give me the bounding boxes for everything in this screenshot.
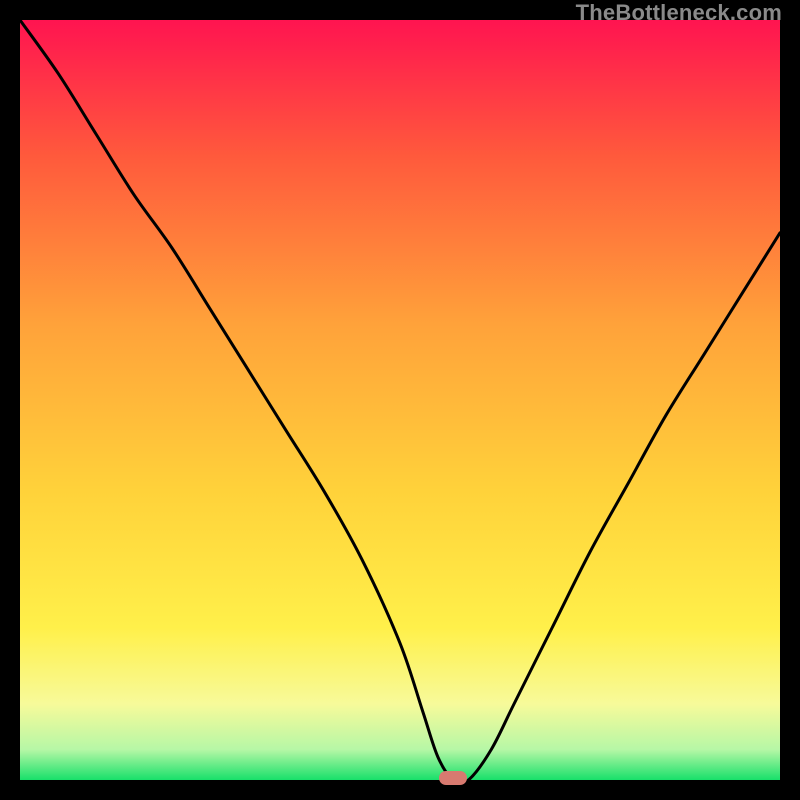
- optimal-point-marker: [439, 771, 467, 785]
- bottleneck-chart: [20, 20, 780, 780]
- chart-frame: TheBottleneck.com: [0, 0, 800, 800]
- gradient-background: [20, 20, 780, 780]
- watermark-text: TheBottleneck.com: [576, 0, 782, 26]
